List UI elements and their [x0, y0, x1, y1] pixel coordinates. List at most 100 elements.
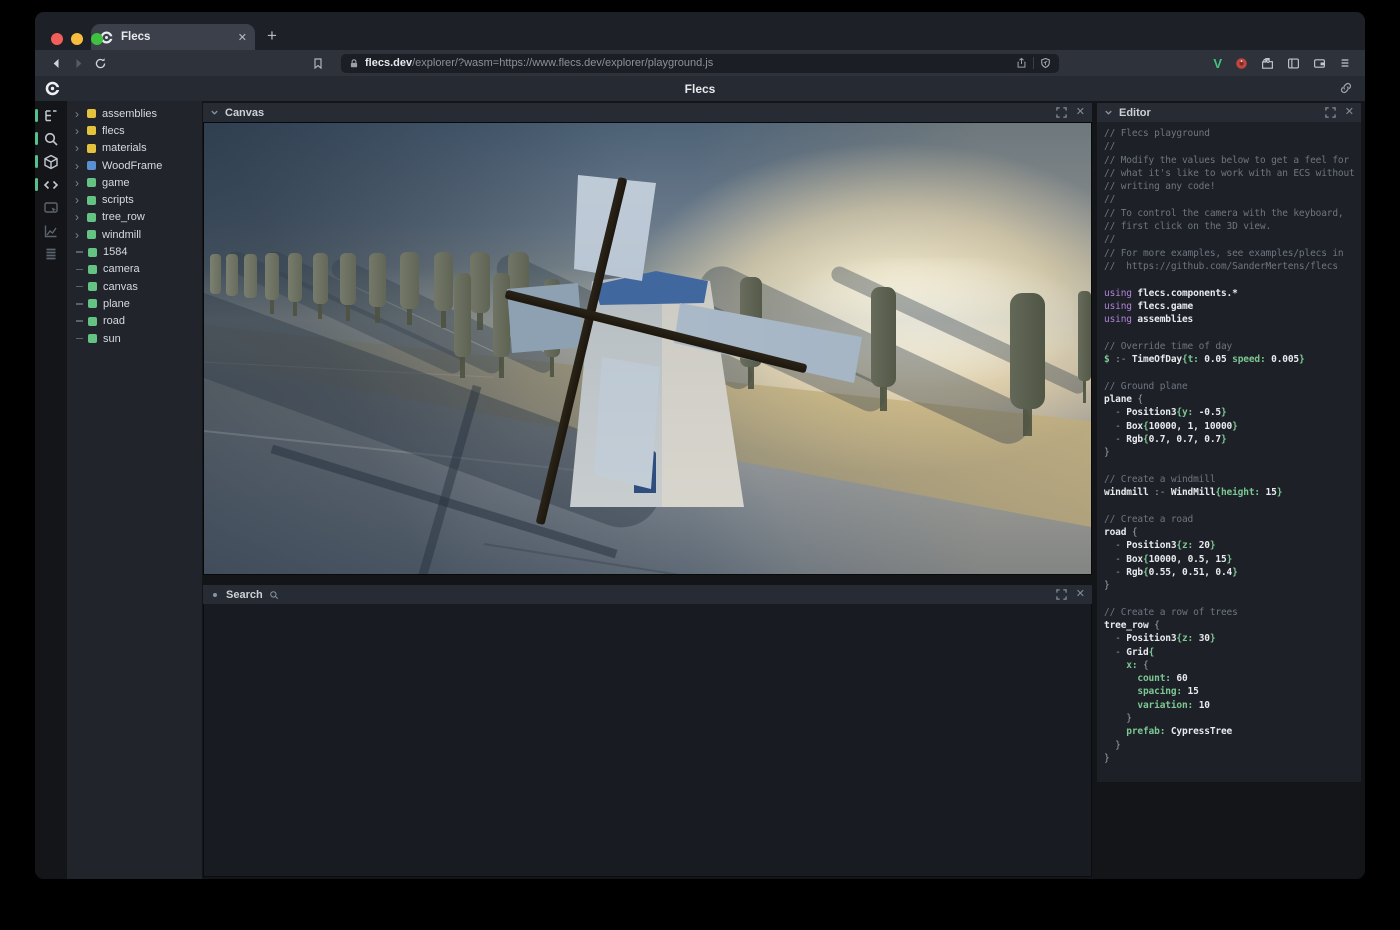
window-controls — [51, 33, 103, 45]
search-panel-body[interactable] — [203, 604, 1092, 877]
entity-tree-icon[interactable] — [35, 107, 67, 124]
stats-icon[interactable] — [35, 222, 67, 239]
commands-icon[interactable] — [35, 245, 67, 262]
tree-trunk — [293, 300, 297, 317]
tree-item-windmill[interactable]: ›windmill — [67, 226, 202, 243]
wallet-icon[interactable] — [1313, 57, 1326, 70]
tree-item-label: sun — [103, 333, 121, 345]
tree-trunk — [477, 311, 483, 330]
query-search-icon[interactable] — [35, 130, 67, 147]
fullscreen-icon[interactable] — [1056, 107, 1067, 118]
sidebar-toggle-icon[interactable] — [1287, 57, 1300, 70]
tab-strip: Flecs ✕ + — [35, 12, 1365, 50]
extension-red-icon[interactable] — [1235, 57, 1248, 70]
tree-item-camera[interactable]: camera — [67, 261, 202, 278]
code-line: - Box{10000, 0.5, 15} — [1104, 553, 1361, 566]
canvas-3d-icon[interactable] — [35, 153, 67, 170]
collapse-caret-icon[interactable] — [210, 108, 219, 117]
content-area: ›assemblies›flecs›materials›WoodFrame›ga… — [35, 101, 1365, 879]
tree-item-WoodFrame[interactable]: › WoodFrame — [67, 157, 202, 174]
tree-trunk — [375, 305, 380, 323]
menu-icon[interactable] — [1339, 57, 1351, 69]
bookmark-icon[interactable] — [307, 57, 329, 70]
expand-caret-icon[interactable]: › — [75, 195, 85, 205]
tree-item-label: assemblies — [102, 108, 157, 120]
expand-caret-icon[interactable]: › — [75, 126, 85, 136]
tree-item-assemblies[interactable]: › assemblies — [67, 105, 202, 122]
fullscreen-icon[interactable] — [1056, 589, 1067, 600]
forward-button[interactable] — [67, 57, 89, 70]
expand-caret-icon[interactable]: › — [75, 178, 85, 188]
expand-caret-icon[interactable]: › — [75, 212, 85, 222]
tree-item-canvas[interactable]: canvas — [67, 278, 202, 295]
browser-tab[interactable]: Flecs ✕ — [91, 24, 255, 50]
tree-item-label: scripts — [102, 194, 134, 206]
editor-panel-title: Editor — [1119, 107, 1151, 119]
divider — [1033, 57, 1034, 69]
code-line: count: 60 — [1104, 672, 1361, 685]
tree-model — [369, 253, 386, 308]
tree-model — [1078, 291, 1091, 381]
collapsed-dot-icon[interactable] — [213, 593, 217, 597]
close-window-button[interactable] — [51, 33, 63, 45]
share-icon[interactable] — [1016, 57, 1027, 69]
url-bar[interactable]: flecs.dev/explorer/?wasm=https://www.fle… — [341, 54, 1059, 73]
reload-button[interactable] — [89, 57, 111, 70]
expand-caret-icon[interactable]: › — [75, 143, 85, 153]
scene-3d[interactable] — [204, 123, 1091, 574]
minimize-window-button[interactable] — [71, 33, 83, 45]
share-link-icon[interactable] — [1339, 81, 1353, 95]
extension-v-icon[interactable]: V — [1213, 56, 1222, 71]
tree-item-road[interactable]: road — [67, 313, 202, 330]
tree-model — [340, 253, 356, 306]
code-line: prefab: CypressTree — [1104, 725, 1361, 738]
extensions-puzzle-icon[interactable] — [1261, 57, 1274, 70]
code-line: // Override time of day — [1104, 340, 1361, 353]
close-panel-icon[interactable]: ✕ — [1076, 589, 1085, 600]
tree-item-flecs[interactable]: ›flecs — [67, 122, 202, 139]
editor-code[interactable]: // Flecs playground//// Modify the value… — [1097, 122, 1361, 782]
tree-item-scripts[interactable]: › scripts — [67, 191, 202, 208]
main-column: Canvas ✕ Search — [203, 103, 1092, 879]
inspector-icon[interactable] — [35, 199, 67, 216]
code-line: - Rgb{0.55, 0.51, 0.4} — [1104, 566, 1361, 579]
code-line: - Rgb{0.7, 0.7, 0.7} — [1104, 433, 1361, 446]
tree-item-tree_row[interactable]: ›tree_row — [67, 209, 202, 226]
code-line — [1104, 459, 1361, 472]
tree-model — [265, 253, 279, 299]
close-panel-icon[interactable]: ✕ — [1345, 107, 1354, 118]
canvas-panel-header: Canvas ✕ — [203, 103, 1092, 122]
code-line: road { — [1104, 526, 1361, 539]
script-editor-icon[interactable] — [35, 176, 67, 193]
new-tab-button[interactable]: + — [267, 26, 277, 46]
fullscreen-icon[interactable] — [1325, 107, 1336, 118]
tree-item-game[interactable]: ›game — [67, 174, 202, 191]
code-line: } — [1104, 579, 1361, 592]
tree-item-1584[interactable]: 1584 — [67, 243, 202, 260]
tree-item-label: 1584 — [103, 246, 127, 258]
maximize-window-button[interactable] — [91, 33, 103, 45]
tree-item-sun[interactable]: sun — [67, 330, 202, 347]
tree-item-label: road — [103, 315, 125, 327]
leaf-dash-icon — [76, 338, 83, 340]
shield-icon[interactable] — [1040, 57, 1051, 69]
back-button[interactable] — [45, 57, 67, 70]
code-line: variation: 10 — [1104, 699, 1361, 712]
tree-model — [434, 252, 453, 311]
tree-item-materials[interactable]: ›materials — [67, 140, 202, 157]
leaf-dash-icon — [76, 320, 83, 322]
collapse-caret-icon[interactable] — [1104, 108, 1113, 117]
code-line: - Position3{z: 20} — [1104, 539, 1361, 552]
code-line: tree_row { — [1104, 619, 1361, 632]
expand-caret-icon[interactable]: › — [75, 161, 85, 171]
close-panel-icon[interactable]: ✕ — [1076, 107, 1085, 118]
tree-trunk — [748, 365, 754, 389]
tab-close-icon[interactable]: ✕ — [238, 31, 247, 44]
entity-color-square — [88, 299, 97, 308]
expand-caret-icon[interactable]: › — [75, 109, 85, 119]
tree-item-label: WoodFrame — [102, 160, 162, 172]
tree-trunk — [270, 298, 274, 314]
entity-color-square — [88, 265, 97, 274]
tree-item-plane[interactable]: plane — [67, 295, 202, 312]
expand-caret-icon[interactable]: › — [75, 230, 85, 240]
